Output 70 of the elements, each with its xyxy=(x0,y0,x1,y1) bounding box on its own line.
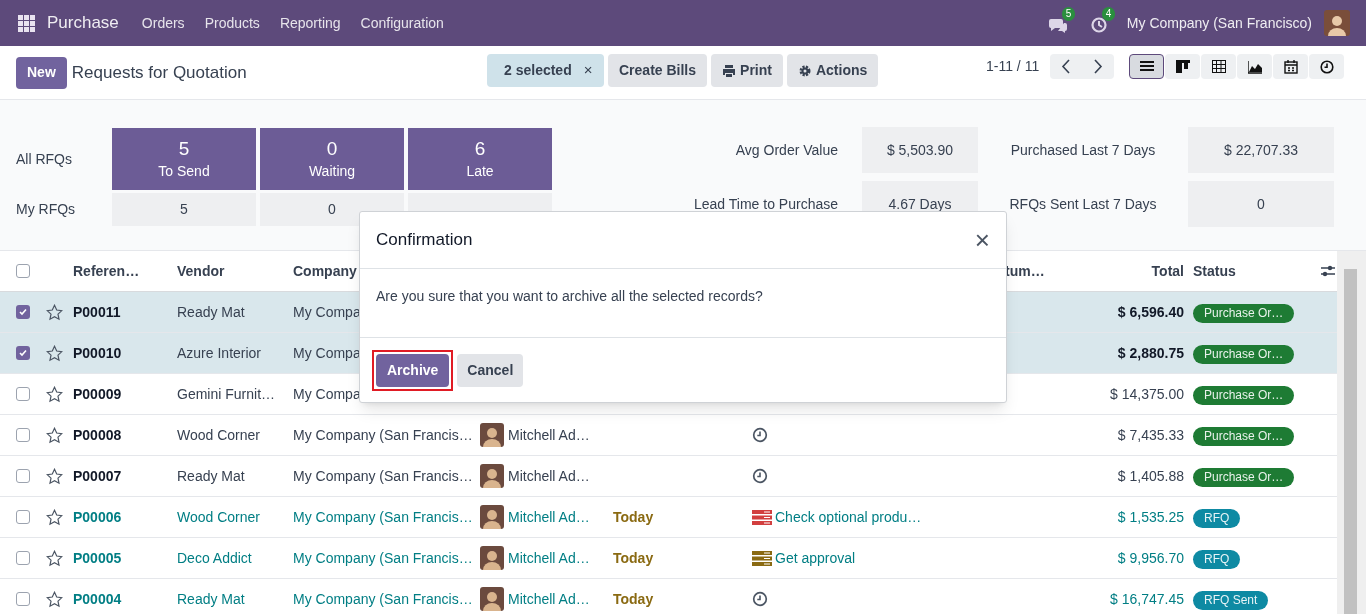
table-cell-text: P00007 xyxy=(73,466,123,486)
table-cell-text: Mitchell Ad… xyxy=(508,466,590,486)
table-cell-text: $ 9,956.70 xyxy=(1116,548,1184,568)
stat-label: RFQs Sent Last 7 Days xyxy=(1008,194,1158,214)
table-cell: Today xyxy=(613,549,654,566)
table-cell-text: P00008 xyxy=(73,425,123,445)
row-label: All RFQs xyxy=(16,149,73,169)
dialog-message: Are you sure that you want to archive all the selected records? xyxy=(376,286,764,306)
page-title: Requests for Quotation xyxy=(71,61,247,84)
table-cell: Today xyxy=(613,508,654,525)
table-cell-text: My Company (San Francis… xyxy=(293,589,474,609)
table-cell-text: Wood Corner xyxy=(177,425,261,445)
table-cell-text: Azure Interior xyxy=(177,343,263,363)
table-cell-text: P00009 xyxy=(73,384,123,404)
stat-value: $ 5,503.90 xyxy=(862,127,978,173)
table-cell-text: $ 14,375.00 xyxy=(1109,384,1184,404)
table-cell-text: $ 6,596.40 xyxy=(1116,302,1184,322)
table-cell-text: My Compa xyxy=(293,302,362,322)
table-cell-text: Wood Corner xyxy=(177,507,261,527)
stat-value: 0 xyxy=(1188,181,1334,227)
selected-count: 2 selected xyxy=(504,61,572,80)
tile-label: Late xyxy=(466,161,494,181)
stat-label: Avg Order Value xyxy=(734,140,838,160)
table-cell-text: Gemini Furnit… xyxy=(177,384,277,404)
row-label: My RFQs xyxy=(16,200,77,219)
table-cell-text: P00011 xyxy=(73,302,122,322)
table-cell-text: Mitchell Ad… xyxy=(508,507,590,527)
table-cell-text: My Compa xyxy=(293,343,362,363)
table-cell-text: My Compa xyxy=(293,384,362,404)
table-cell: Today xyxy=(613,590,654,607)
status-badge: Purchase Or… xyxy=(1193,426,1295,446)
table-cell-text: Mitchell Ad… xyxy=(508,589,590,609)
status-badge: RFQ xyxy=(1193,508,1241,528)
table-cell-text: Ready Mat xyxy=(177,466,246,486)
status-badge: Purchase Or… xyxy=(1193,385,1295,405)
table-cell-text: $ 1,535.25 xyxy=(1116,507,1184,527)
tile-label: Waiting xyxy=(308,161,356,181)
activity-count-badge: 4 xyxy=(1101,7,1116,21)
table-cell-text: Ready Mat xyxy=(177,302,246,322)
status-badge: RFQ Sent xyxy=(1193,590,1269,610)
stat-label: Purchased Last 7 Days xyxy=(1009,140,1157,160)
status-badge: Purchase Or… xyxy=(1193,344,1295,364)
table-cell-text: P00004 xyxy=(73,589,123,609)
table-cell-text: Mitchell Ad… xyxy=(508,548,590,568)
table-cell-text: My Company (San Francis… xyxy=(293,548,474,568)
tile-value: 0 xyxy=(326,136,338,161)
tile-value: 5 xyxy=(178,136,190,161)
status-badge: RFQ xyxy=(1193,549,1241,569)
table-cell-text: P00006 xyxy=(73,507,123,527)
table-cell-text: Deco Addict xyxy=(177,548,253,568)
table-cell-text: $ 2,880.75 xyxy=(1116,343,1184,363)
table-cell-text: My Company (San Francis… xyxy=(293,466,474,486)
dialog-title: Confirmation xyxy=(376,229,473,252)
status-badge: Purchase Or… xyxy=(1193,303,1295,323)
table-cell-text: My Company (San Francis… xyxy=(293,425,474,445)
table-cell-text: P00010 xyxy=(73,343,123,363)
message-count-badge: 5 xyxy=(1061,7,1076,21)
table-cell-text: Ready Mat xyxy=(177,589,246,609)
table-cell-text: My Company (San Francis… xyxy=(293,507,474,527)
tile-value: 6 xyxy=(474,136,486,161)
stat-value: $ 22,707.33 xyxy=(1188,127,1334,173)
table-cell-text: Mitchell Ad… xyxy=(508,425,590,445)
table-cell-text: $ 16,747.45 xyxy=(1109,589,1184,609)
tile-label: To Send xyxy=(158,161,210,181)
table-cell-text: $ 1,405.88 xyxy=(1116,466,1184,486)
stat-label: Lead Time to Purchase xyxy=(693,194,838,214)
status-badge: Purchase Or… xyxy=(1193,467,1295,487)
pager-value: 1-11 / 11 xyxy=(986,57,1040,76)
table-cell-text: P00005 xyxy=(73,548,123,568)
table-cell-text: $ 7,435.33 xyxy=(1116,425,1184,445)
